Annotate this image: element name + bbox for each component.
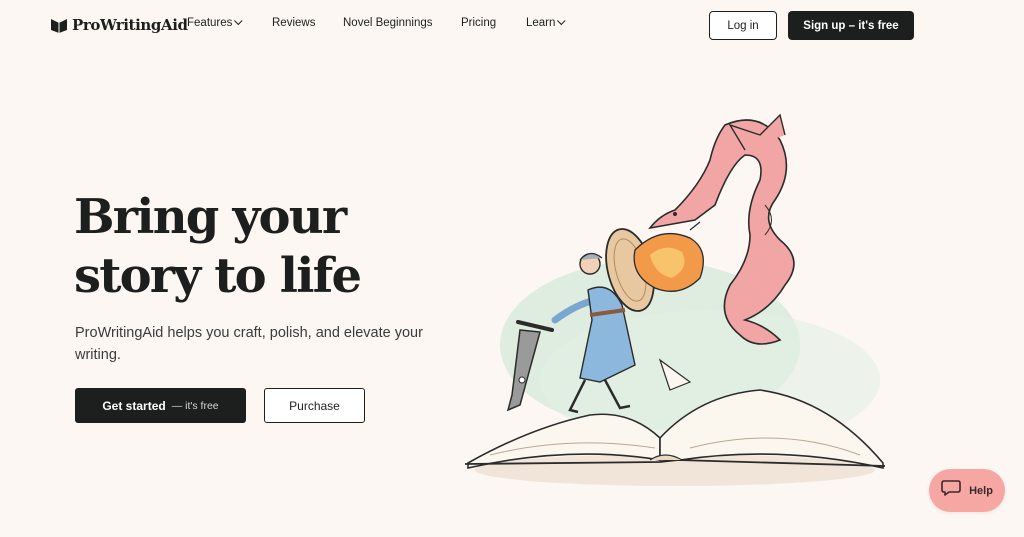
nav-item-learn[interactable]: Learn bbox=[526, 16, 566, 29]
get-started-label: Get started bbox=[102, 398, 166, 413]
top-navigation: ProWritingAid Features Reviews Novel Beg… bbox=[0, 0, 1024, 50]
hero-subtext: ProWritingAid helps you craft, polish, a… bbox=[75, 325, 423, 363]
chevron-down-icon bbox=[557, 16, 566, 26]
nav-item-label: Reviews bbox=[272, 17, 316, 29]
nav-item-label: Features bbox=[187, 17, 233, 29]
headline-line-2: story to life bbox=[74, 248, 362, 304]
nav-item-label: Novel Beginnings bbox=[343, 17, 433, 29]
signup-button[interactable]: Sign up – it's free bbox=[788, 11, 914, 40]
nav-item-pricing[interactable]: Pricing bbox=[461, 17, 496, 29]
brand-logo[interactable]: ProWritingAid bbox=[50, 14, 188, 36]
nav-item-novel-beginnings[interactable]: Novel Beginnings bbox=[343, 17, 433, 29]
chat-bubble-icon bbox=[941, 479, 961, 502]
hero-illustration bbox=[464, 113, 886, 486]
help-label: Help bbox=[969, 484, 993, 497]
get-started-sublabel: — it's free bbox=[171, 399, 219, 412]
nav-item-label: Pricing bbox=[461, 17, 497, 29]
nav-item-reviews[interactable]: Reviews bbox=[272, 17, 315, 29]
brand-name: ProWritingAid bbox=[72, 16, 188, 34]
purchase-button[interactable]: Purchase bbox=[264, 388, 365, 423]
nav-item-features[interactable]: Features bbox=[187, 16, 243, 29]
login-button[interactable]: Log in bbox=[709, 11, 777, 40]
help-button[interactable]: Help bbox=[929, 469, 1005, 512]
nav-item-label: Learn bbox=[526, 17, 556, 29]
book-logo-icon bbox=[50, 17, 68, 33]
get-started-button[interactable]: Get started — it's free bbox=[75, 388, 246, 423]
hero-headline: Bring your story to life bbox=[74, 188, 494, 306]
headline-line-1: Bring your bbox=[74, 189, 347, 245]
chevron-down-icon bbox=[234, 16, 243, 26]
